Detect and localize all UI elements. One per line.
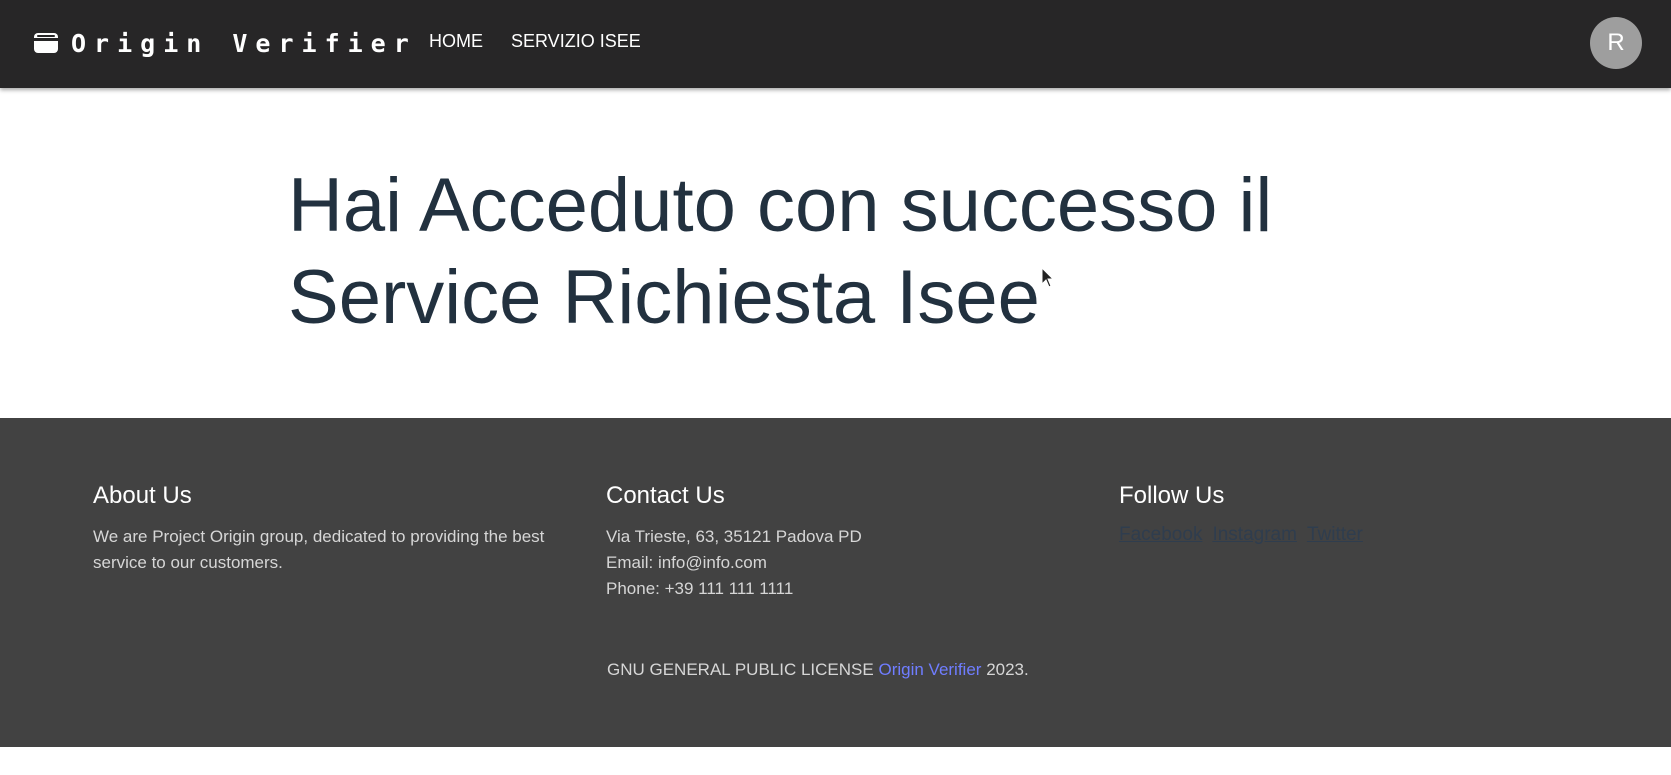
license-prefix: GNU GENERAL PUBLIC LICENSE (607, 660, 874, 679)
footer-contact: Contact Us Via Trieste, 63, 35121 Padova… (606, 482, 1026, 602)
about-text: We are Project Origin group, dedicated t… (93, 527, 545, 572)
footer-about: About Us We are Project Origin group, de… (93, 482, 563, 576)
follow-title: Follow Us (1119, 482, 1225, 509)
facebook-link[interactable]: Facebook (1119, 524, 1202, 546)
brand-name: Origin Verifier (71, 28, 417, 58)
twitter-link[interactable]: Twitter (1307, 524, 1363, 546)
success-heading: Hai Acceduto con successo il Service Ric… (288, 163, 1273, 340)
social-links: Facebook Instagram Twitter (1119, 524, 1539, 546)
instagram-link[interactable]: Instagram (1212, 524, 1296, 546)
brand[interactable]: Origin Verifier (33, 26, 417, 60)
main-nav: HOME SERVIZIO ISEE (429, 31, 641, 52)
contact-email: Email: info@info.com (606, 553, 767, 572)
contact-title: Contact Us (606, 482, 725, 509)
wallet-icon (34, 33, 58, 53)
footer-follow: Follow Us Facebook Instagram Twitter (1119, 482, 1539, 546)
about-title: About Us (93, 482, 192, 509)
contact-phone: Phone: +39 111 111 1111 (606, 579, 794, 598)
nav-servizio-isee-link[interactable]: SERVIZIO ISEE (511, 31, 641, 52)
license-suffix: 2023. (986, 660, 1029, 679)
top-navbar: Origin Verifier HOME SERVIZIO ISEE R (0, 0, 1671, 88)
page-footer: About Us We are Project Origin group, de… (0, 418, 1671, 747)
contact-address: Via Trieste, 63, 35121 Padova PD (606, 527, 862, 546)
license-origin-verifier-link[interactable]: Origin Verifier (878, 660, 981, 679)
user-avatar[interactable]: R (1590, 17, 1642, 69)
mouse-cursor-icon (1041, 267, 1055, 288)
nav-home-link[interactable]: HOME (429, 31, 483, 52)
license-line: GNU GENERAL PUBLIC LICENSE Origin Verifi… (607, 660, 1029, 680)
